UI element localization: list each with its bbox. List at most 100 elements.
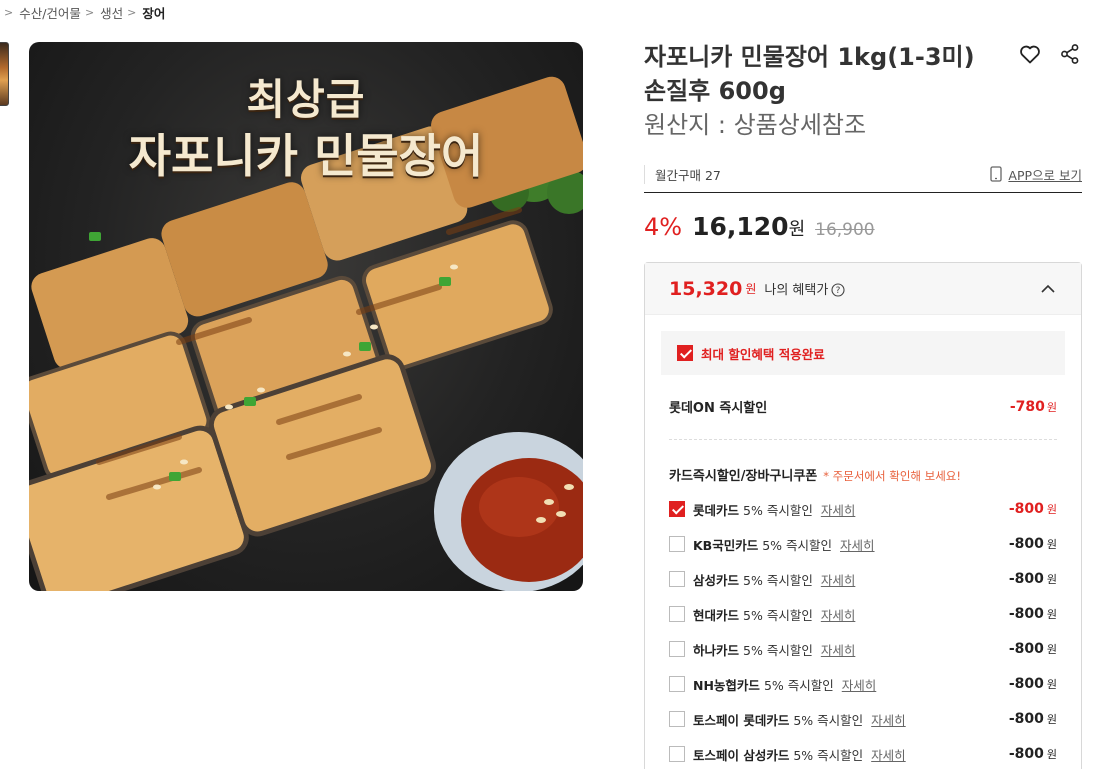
card-name: 토스페이 롯데카드 [693,712,790,728]
breadcrumb-item-fish[interactable]: 생선 [100,3,123,22]
card-discount-desc: 5% 즉시할인 [793,747,864,763]
original-price: 16,900 [815,220,875,240]
card-checkbox[interactable] [669,711,685,727]
instant-discount-row: 롯데ON 즉시할인 -780 원 [669,397,1057,417]
card-discount-amount: -800 원 [1009,536,1057,552]
card-discount-amount: -800 원 [1009,606,1057,622]
instant-discount-amount: -780 원 [1010,399,1057,415]
card-discount-value: -800 [1008,606,1044,622]
card-discount-amount: -800 원 [1009,641,1057,657]
app-view-label: APP으로 보기 [1008,167,1082,183]
card-discount-unit: 원 [1046,503,1057,516]
product-actions [1018,42,1082,66]
card-checkbox[interactable] [669,641,685,657]
card-checkbox[interactable] [669,501,685,517]
card-name: 현대카드 [693,607,740,623]
card-discount-value: -800 [1008,536,1044,552]
sale-price: 16,120원 [692,212,805,241]
breadcrumb-item-eel[interactable]: 장어 [142,3,165,22]
card-discount-unit: 원 [1046,643,1057,656]
card-detail-link[interactable]: 자세히 [821,570,856,589]
share-icon[interactable] [1058,42,1082,66]
card-discount-header: 카드즉시할인/장바구니쿠폰 * 주문서에서 확인해 보세요! [669,465,961,484]
card-section-note: * 주문서에서 확인해 보세요! [823,469,961,483]
card-detail-link[interactable]: 자세히 [871,710,906,729]
chevron-right-icon: > [127,5,137,19]
image-headline-line1: 최상급 [246,75,366,124]
product-thumbnail[interactable] [0,42,9,106]
product-origin: 원산지 : 상품상세참조 [644,111,867,139]
sale-price-unit: 원 [788,219,806,240]
card-discount-row[interactable]: 롯데카드 5% 즉시할인 자세히 -800 원 [669,499,1057,519]
product-main-image: 최상급 자포니카 민물장어 [29,42,583,591]
card-discount-desc: 5% 즉시할인 [743,572,813,588]
chevron-right-icon: > [4,5,14,19]
card-name: 삼성카드 [693,572,740,588]
card-discount-desc: 5% 즉시할인 [743,607,813,623]
card-checkbox[interactable] [669,536,685,552]
discount-rate: 4% [644,213,683,241]
card-discount-amount: -800 원 [1009,676,1057,692]
card-discount-value: -800 [1008,501,1044,517]
card-discount-row[interactable]: 현대카드 5% 즉시할인 자세히 -800 원 [669,604,1057,624]
card-discount-amount: -800 원 [1009,711,1057,727]
applied-checkbox[interactable] [677,345,693,361]
card-discount-desc: 5% 즉시할인 [793,712,864,728]
applied-label: 최대 할인혜택 적용완료 [701,346,825,362]
card-discount-value: -800 [1008,676,1044,692]
instant-discount-unit: 원 [1046,400,1057,414]
benefit-panel: 15,320 원 나의 혜택가 ? 최대 할인혜택 적용완료 롯데ON 즉시할인… [644,262,1082,769]
card-discount-unit: 원 [1046,608,1057,621]
svg-text:?: ? [836,286,841,296]
card-discount-unit: 원 [1046,748,1057,761]
card-discount-unit: 원 [1046,713,1057,726]
card-detail-link[interactable]: 자세히 [840,535,875,554]
card-checkbox[interactable] [669,606,685,622]
chevron-up-icon[interactable] [1039,280,1057,298]
card-detail-link[interactable]: 자세히 [821,605,856,624]
product-info: 자포니카 민물장어 1kg(1-3미) 손질후 600g 원산지 : 상품상세참… [644,40,1082,241]
card-discount-row[interactable]: 삼성카드 5% 즉시할인 자세히 -800 원 [669,569,1057,589]
price-row: 4% 16,120원 16,900 [644,212,875,241]
card-name: 롯데카드 [693,502,740,518]
card-detail-link[interactable]: 자세히 [871,745,906,764]
card-discount-row[interactable]: 토스페이 롯데카드 5% 즉시할인 자세히 -800 원 [669,709,1057,729]
card-discount-value: -800 [1008,571,1044,587]
card-discount-unit: 원 [1046,538,1057,551]
benefit-label: 나의 혜택가 [764,283,829,298]
card-discount-amount: -800 원 [1009,746,1057,762]
breadcrumb-item-seafood[interactable]: 수산/건어물 [19,3,81,22]
card-checkbox[interactable] [669,746,685,762]
product-title: 자포니카 민물장어 1kg(1-3미) 손질후 600g [644,43,975,105]
card-section-title: 카드즉시할인/장바구니쿠폰 [669,469,818,484]
monthly-purchase-count: 월간구매 27 [644,164,721,184]
heart-icon[interactable] [1018,42,1042,66]
card-discount-row[interactable]: 토스페이 삼성카드 5% 즉시할인 자세히 -800 원 [669,744,1057,764]
card-discount-value: -800 [1008,641,1044,657]
card-discount-value: -800 [1008,746,1044,762]
card-name: 토스페이 삼성카드 [693,747,790,763]
card-name: KB국민카드 [693,537,759,553]
card-discount-row[interactable]: NH농협카드 5% 즉시할인 자세히 -800 원 [669,674,1057,694]
image-headline-line2: 자포니카 민물장어 [128,129,484,183]
card-detail-link[interactable]: 자세히 [842,675,877,694]
card-detail-link[interactable]: 자세히 [821,640,856,659]
max-benefit-applied[interactable]: 최대 할인혜택 적용완료 [661,331,1065,375]
benefit-price-unit: 원 [745,282,757,296]
card-discount-row[interactable]: 하나카드 5% 즉시할인 자세히 -800 원 [669,639,1057,659]
card-discount-desc: 5% 즉시할인 [763,677,834,693]
meta-row: 월간구매 27 APP으로 보기 [644,160,1082,188]
mobile-icon [990,166,1003,182]
benefit-header[interactable]: 15,320 원 나의 혜택가 ? [645,263,1081,315]
card-checkbox[interactable] [669,571,685,587]
card-discount-row[interactable]: KB국민카드 5% 즉시할인 자세히 -800 원 [669,534,1057,554]
app-view-link[interactable]: APP으로 보기 [990,165,1082,184]
card-checkbox[interactable] [669,676,685,692]
divider [644,192,1082,193]
card-detail-link[interactable]: 자세히 [821,500,856,519]
breadcrumb: > 수산/건어물 > 생선 > 장어 [0,2,165,22]
card-discount-amount: -800 원 [1009,571,1057,587]
card-name: 하나카드 [693,642,740,658]
help-icon[interactable]: ? [831,282,845,297]
card-discount-desc: 5% 즉시할인 [743,642,813,658]
